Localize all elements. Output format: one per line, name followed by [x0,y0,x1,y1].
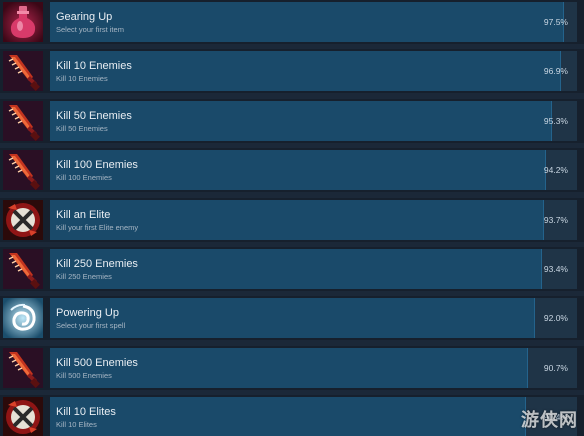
achievement-list: Gearing Up Select your first item 97.5% Kil… [0,0,584,436]
achievement-row[interactable]: Powering Up Select your first spell 92.0% [0,296,584,340]
red-sword-icon [3,150,43,190]
unlock-percent: 93.4% [543,264,568,274]
progress-track [50,298,577,338]
achievement-title: Gearing Up [56,11,113,23]
achievement-title: Kill 50 Enemies [56,110,132,122]
achievement-row[interactable]: Kill 100 Enemies Kill 100 Enemies 94.2% [0,148,584,192]
unlock-percent: 96.9% [543,66,568,76]
achievement-description: Kill 100 Enemies [56,173,112,182]
unlock-percent: 93.7% [543,215,568,225]
red-sword-icon [3,249,43,289]
achievement-title: Kill 250 Enemies [56,258,138,270]
achievement-description: Kill 500 Enemies [56,371,112,380]
achievement-description: Kill your first Elite enemy [56,223,139,232]
achievement-row[interactable]: Kill 10 Enemies Kill 10 Enemies 96.9% [0,49,584,93]
unlock-percent: 90.7% [543,363,568,373]
achievement-row[interactable]: Kill 50 Enemies Kill 50 Enemies 95.3% [0,99,584,143]
watermark-logo: 游侠网 [521,410,578,431]
elite-sword-icon [3,397,43,436]
achievement-description: Select your first spell [56,321,126,330]
progress-fill [50,200,544,240]
progress-fill [50,298,535,338]
progress-fill [50,397,526,436]
progress-track [50,2,577,42]
achievement-title: Kill 500 Enemies [56,357,138,369]
achievement-description: Kill 10 Elites [56,420,97,429]
unlock-percent: 92.0% [543,313,568,323]
achievement-description: Kill 10 Enemies [56,74,108,83]
unlock-percent: 94.2% [543,165,568,175]
achievement-row[interactable]: Kill 10 Elites Kill 10 Elites 90.4% [0,395,584,436]
achievement-title: Powering Up [56,307,119,319]
achievement-title: Kill 10 Enemies [56,60,132,72]
achievement-description: Select your first item [56,25,124,34]
achievement-title: Kill 100 Enemies [56,159,138,171]
swirl-spell-icon [3,298,43,338]
achievement-title: Kill 10 Elites [56,406,116,418]
unlock-percent: 95.3% [543,116,568,126]
progress-fill [50,2,564,42]
achievement-row[interactable]: Gearing Up Select your first item 97.5% [0,0,584,44]
red-sword-icon [3,348,43,388]
achievement-row[interactable]: Kill 250 Enemies Kill 250 Enemies 93.4% [0,247,584,291]
red-sword-icon [3,101,43,141]
achievement-title: Kill an Elite [56,209,111,221]
achievement-row[interactable]: Kill an Elite Kill your first Elite enemy… [0,198,584,242]
achievement-description: Kill 50 Enemies [56,124,108,133]
red-sword-icon [3,51,43,91]
achievement-row[interactable]: Kill 500 Enemies Kill 500 Enemies 90.7% [0,346,584,390]
achievement-description: Kill 250 Enemies [56,272,112,281]
potion-flask-icon [3,2,43,42]
elite-sword-icon [3,200,43,240]
unlock-percent: 97.5% [543,17,568,27]
progress-track [50,200,577,240]
progress-track [50,397,577,436]
